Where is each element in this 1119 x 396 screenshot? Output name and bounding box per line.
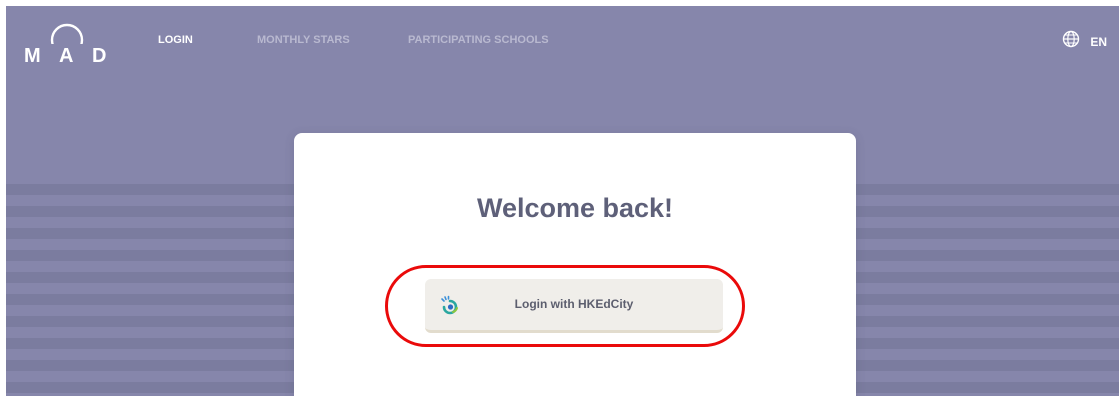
page-background: M A D LOGIN MONTHLY STARS PARTICIPATING … xyxy=(6,6,1119,396)
logo-letter-m: M xyxy=(24,45,41,66)
login-card: Welcome back! Login with HKEdCity xyxy=(294,133,856,396)
logo-letter-d: D xyxy=(92,45,106,66)
login-button-label: Login with HKEdCity xyxy=(514,297,634,311)
nav-participating-schools[interactable]: PARTICIPATING SCHOOLS xyxy=(408,34,549,46)
language-label: EN xyxy=(1090,34,1107,49)
nav-monthly-stars[interactable]: MONTHLY STARS xyxy=(257,34,350,46)
login-with-hkedcity-button[interactable]: Login with HKEdCity xyxy=(425,279,723,333)
nav-login[interactable]: LOGIN xyxy=(158,34,193,46)
language-selector[interactable]: EN xyxy=(1062,30,1107,53)
mad-logo[interactable]: M A D xyxy=(22,22,112,66)
globe-icon xyxy=(1062,30,1080,53)
logo-letter-a: A xyxy=(59,45,73,66)
welcome-title: Welcome back! xyxy=(476,193,674,223)
